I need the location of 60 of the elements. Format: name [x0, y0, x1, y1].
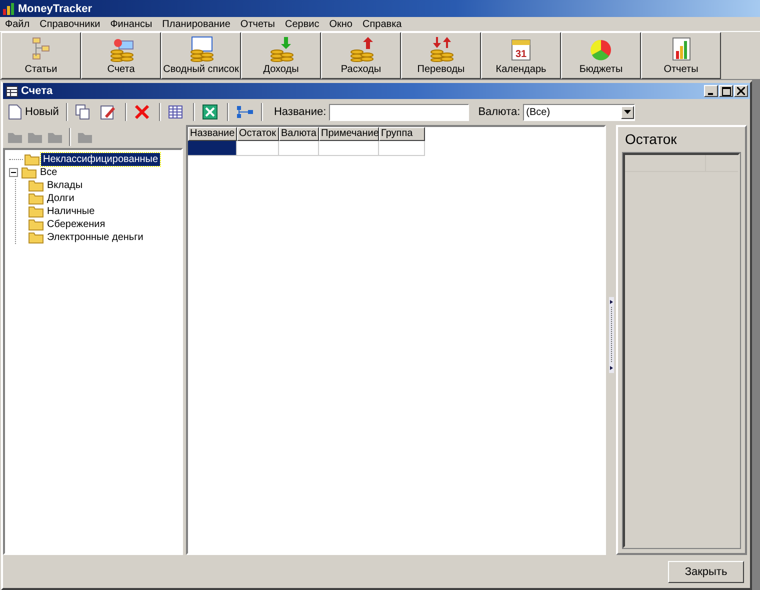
table-icon — [6, 86, 18, 96]
maximize-icon — [722, 86, 730, 96]
minimize-button[interactable] — [704, 85, 718, 97]
column-header[interactable]: Примечание — [319, 127, 379, 141]
panel-title: Остаток — [624, 130, 678, 149]
column-header[interactable]: Группа — [379, 127, 425, 141]
close-icon — [737, 87, 745, 95]
folder-icon — [28, 232, 44, 244]
toolbar-button[interactable]: Переводы — [401, 32, 481, 79]
folder-icon — [24, 154, 40, 166]
column-header[interactable]: Валюта — [279, 127, 319, 141]
toolbar-button[interactable]: Отчеты — [641, 32, 721, 79]
close-button[interactable]: Закрыть — [668, 560, 744, 582]
document-icon — [8, 104, 22, 120]
splitter-arrows-icon — [608, 297, 614, 373]
menu-item[interactable]: Справочники — [34, 18, 106, 30]
currency-dropdown[interactable]: (Все) — [523, 104, 636, 120]
maximize-button[interactable] — [719, 85, 733, 97]
folder-icon — [28, 206, 44, 218]
bar-chart-icon — [3, 2, 15, 14]
menu-item[interactable]: Сервис — [280, 18, 324, 30]
table-cell[interactable] — [237, 141, 279, 156]
menu-item[interactable]: Отчеты — [235, 18, 280, 30]
menu-item[interactable]: Файл — [0, 18, 35, 30]
toolbar-button[interactable]: 31 Календарь — [481, 32, 561, 79]
tree-item[interactable]: Сбережения — [45, 218, 108, 231]
tree-item[interactable]: Все — [38, 166, 60, 179]
tree-item[interactable]: Электронные деньги — [45, 231, 146, 244]
table-cell[interactable] — [279, 141, 319, 156]
toolbar-button[interactable]: Статьи — [1, 32, 81, 79]
column-header[interactable]: Название — [188, 127, 237, 141]
folder-icon — [28, 218, 44, 230]
menu-item[interactable]: Справка — [358, 18, 407, 30]
menu-item[interactable]: Планирование — [157, 18, 236, 30]
toolbar-button[interactable]: Доходы — [241, 32, 321, 79]
tree-item[interactable]: Вклады — [45, 179, 85, 192]
currency-label: Валюта: — [478, 106, 520, 118]
column-header[interactable]: Остаток — [237, 127, 279, 141]
name-field[interactable] — [329, 104, 470, 120]
toolbar-button[interactable]: Сводный список — [161, 32, 241, 79]
window-title: Счета — [21, 85, 53, 97]
tree-item[interactable]: Неклассифицированные — [41, 153, 160, 166]
toolbar-button[interactable]: Расходы — [321, 32, 401, 79]
table-cell[interactable] — [188, 141, 237, 156]
tree-item[interactable]: Наличные — [45, 205, 97, 218]
toolbar-button[interactable]: Счета — [81, 32, 161, 79]
tree-item[interactable]: Долги — [45, 192, 76, 205]
folder-icon — [21, 166, 37, 178]
toolbar-button[interactable]: Бюджеты — [561, 32, 641, 79]
app-title: MoneyTracker — [18, 2, 92, 14]
name-label: Название: — [274, 106, 326, 118]
table-cell[interactable] — [319, 141, 379, 156]
collapse-toggle[interactable] — [9, 168, 18, 177]
new-button[interactable]: Новый — [6, 101, 61, 123]
folder-icon — [28, 192, 44, 204]
close-button[interactable] — [734, 85, 748, 97]
menu-item[interactable]: Финансы — [105, 18, 158, 30]
folder-icon — [28, 180, 44, 192]
menu-item[interactable]: Окно — [324, 18, 358, 30]
table-cell[interactable] — [379, 141, 425, 156]
